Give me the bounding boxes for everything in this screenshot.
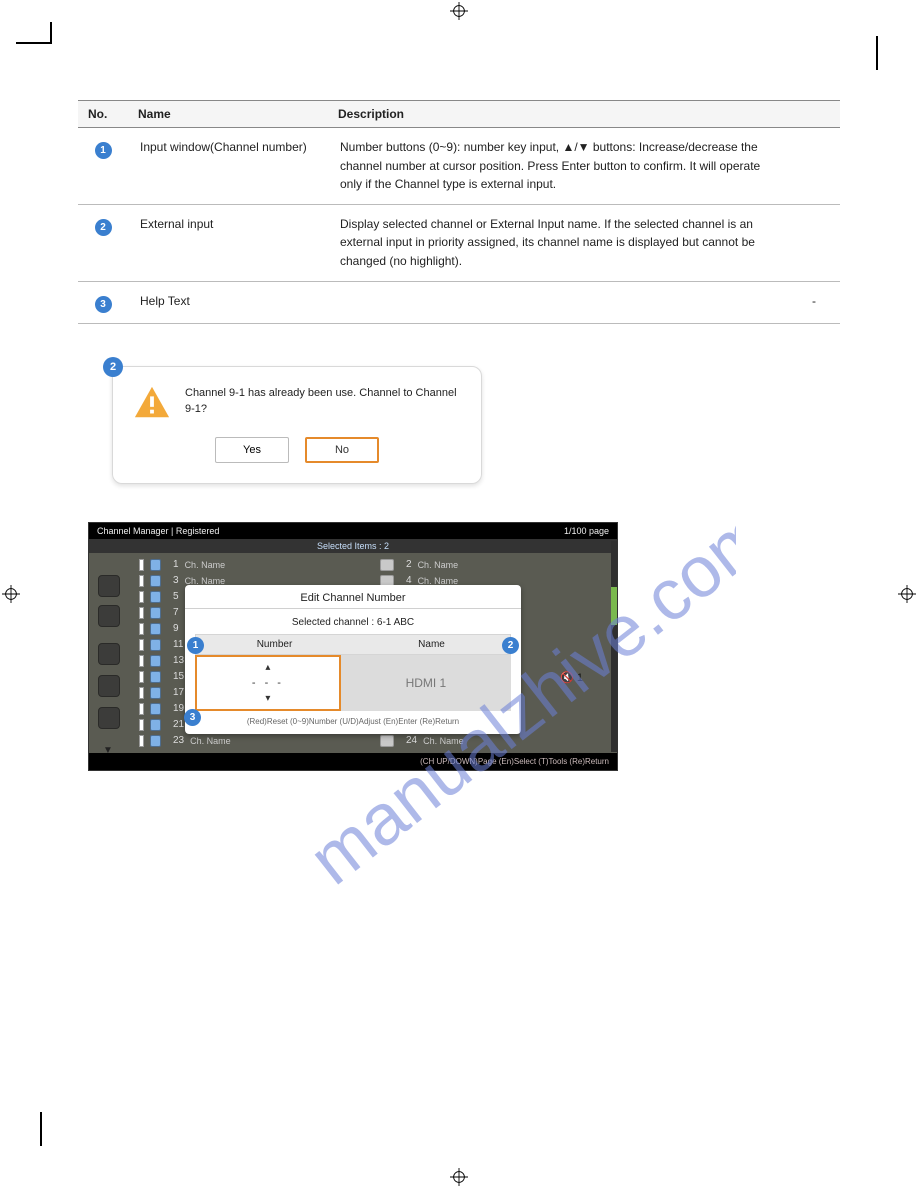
- crop-mark: [876, 36, 878, 70]
- channel-row[interactable]: [374, 557, 400, 573]
- table-row: 3 Help Text -: [78, 281, 840, 323]
- col-name: Name: [128, 101, 328, 128]
- row-bullet: 3: [95, 296, 112, 313]
- yes-button[interactable]: Yes: [215, 437, 289, 463]
- cm-selected-items: Selected Items : 2: [89, 539, 617, 553]
- chevron-down-icon[interactable]: ▼: [103, 745, 113, 756]
- callout-1: 1: [187, 637, 204, 654]
- edit-hints: 3 (Red)Reset (0~9)Number (U/D)Adjust (En…: [185, 711, 521, 728]
- channel-row[interactable]: 1 Ch. Name: [167, 557, 374, 573]
- col-number-header: Number: [196, 635, 353, 654]
- channel-row[interactable]: [133, 653, 167, 669]
- dialog-message: Channel 9-1 has already been use. Channe…: [185, 385, 461, 418]
- cm-footer: (CH UP/DOWN)Page (En)Select (T)Tools (Re…: [89, 753, 617, 770]
- channel-row[interactable]: [374, 733, 400, 749]
- registration-mark-icon: [898, 585, 916, 603]
- category-tile[interactable]: [98, 575, 120, 597]
- dialog-badge: 2: [103, 357, 123, 377]
- registration-mark-icon: [450, 1168, 468, 1186]
- warning-icon: [133, 385, 171, 419]
- channel-row[interactable]: [133, 605, 167, 621]
- row-desc: Display selected channel or External Inp…: [328, 204, 788, 281]
- category-tile[interactable]: [98, 643, 120, 665]
- cm-title: Channel Manager | Registered: [97, 526, 219, 536]
- row-desc: Number buttons (0~9): number key input, …: [328, 128, 788, 205]
- description-table: No. Name Description 1 Input window(Chan…: [78, 100, 840, 324]
- row-name: Help Text: [128, 281, 328, 323]
- edit-title: Edit Channel Number: [185, 585, 521, 609]
- col-no: No.: [78, 101, 128, 128]
- cm-page: 1/100 page: [564, 526, 609, 536]
- mute-icon: 🔇 1: [560, 671, 583, 684]
- channel-row[interactable]: [133, 669, 167, 685]
- channel-row[interactable]: 2 Ch. Name: [400, 557, 607, 573]
- channel-row[interactable]: [133, 733, 167, 749]
- number-input[interactable]: ▴ - - - ▾: [195, 655, 341, 711]
- registration-mark-icon: [450, 2, 468, 20]
- callout-3: 3: [184, 709, 201, 726]
- channel-row[interactable]: [133, 701, 167, 717]
- registration-mark-icon: [2, 585, 20, 603]
- table-row: 2 External input Display selected channe…: [78, 204, 840, 281]
- crop-mark: [40, 1112, 42, 1146]
- channel-row[interactable]: [133, 685, 167, 701]
- callout-2: 2: [502, 637, 519, 654]
- channel-row[interactable]: [133, 717, 167, 733]
- channel-row[interactable]: [133, 573, 167, 589]
- channel-row[interactable]: 24 Ch. Name: [400, 733, 607, 749]
- col-desc: Description: [328, 101, 788, 128]
- row-name: Input window(Channel number): [128, 128, 328, 205]
- name-display: HDMI 1: [341, 655, 511, 711]
- row-bullet: 2: [95, 219, 112, 236]
- table-row: 1 Input window(Channel number) Number bu…: [78, 128, 840, 205]
- channel-row[interactable]: [133, 589, 167, 605]
- no-button[interactable]: No: [305, 437, 379, 463]
- category-tile[interactable]: [98, 707, 120, 729]
- channel-row[interactable]: [133, 557, 167, 573]
- number-value: - - -: [252, 677, 284, 689]
- category-tile[interactable]: [98, 675, 120, 697]
- col-name-header: Name: [353, 635, 510, 654]
- edit-channel-dialog: Edit Channel Number Selected channel : 6…: [185, 585, 521, 734]
- row-bullet: 1: [95, 142, 112, 159]
- channel-manager: Channel Manager | Registered 1/100 page …: [88, 522, 618, 771]
- row-dash: -: [788, 281, 840, 323]
- row-name: External input: [128, 204, 328, 281]
- chevron-down-icon[interactable]: ▾: [265, 693, 270, 704]
- crop-mark: [16, 42, 52, 56]
- scrollbar[interactable]: [611, 541, 617, 752]
- confirm-dialog: 2 Channel 9-1 has already been use. Chan…: [112, 366, 482, 484]
- edit-selected: Selected channel : 6-1 ABC: [185, 609, 521, 634]
- channel-row[interactable]: 23 Ch. Name: [167, 733, 374, 749]
- category-tile[interactable]: [98, 605, 120, 627]
- channel-row[interactable]: [133, 621, 167, 637]
- chevron-up-icon[interactable]: ▴: [265, 662, 270, 673]
- channel-row[interactable]: [133, 637, 167, 653]
